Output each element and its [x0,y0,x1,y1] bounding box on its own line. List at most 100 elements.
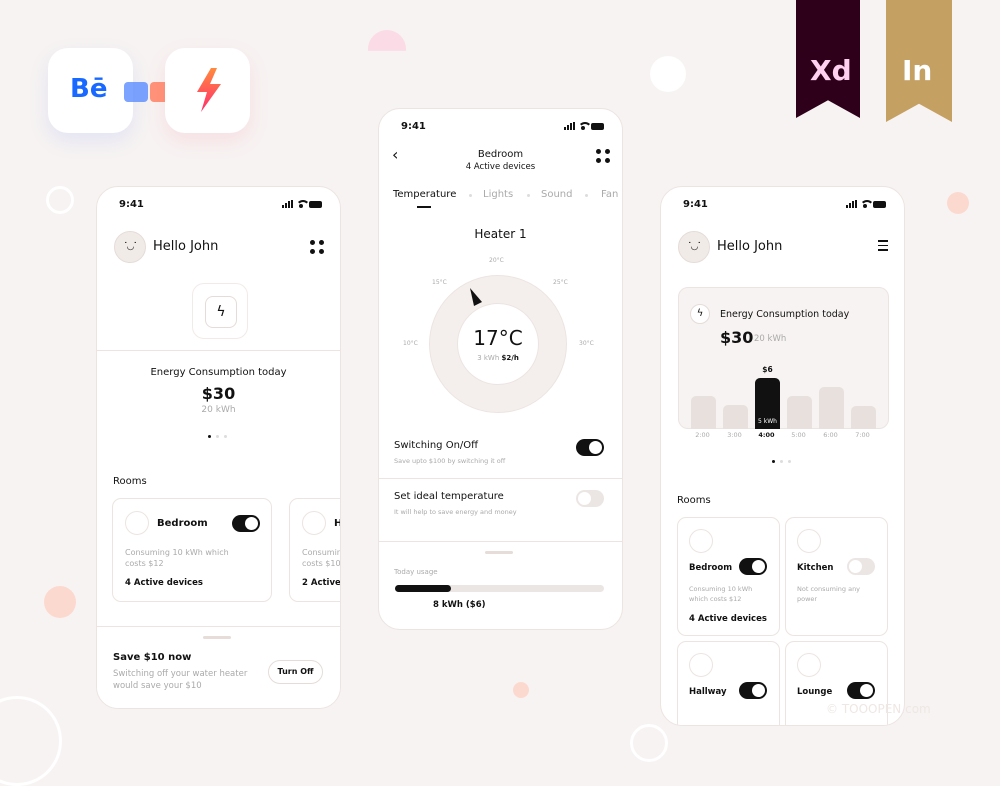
room-toggle[interactable] [739,682,767,699]
sheet-handle[interactable] [203,636,231,639]
room-devices: 4 Active devices [125,578,203,588]
battery-icon [591,122,604,130]
status-bar: 9:41 [661,199,904,213]
chart-bar[interactable] [819,387,844,429]
phone-home-left: 9:41 ˙◡˙ Hello John ϟ Energy Consumption… [96,186,341,709]
deco-ring-bottom [630,724,668,762]
energy-kwh: 20 kWh [201,405,236,415]
ideal-toggle[interactable] [576,490,604,507]
avatar[interactable]: ˙◡˙ [678,231,710,263]
signal-icon [846,200,857,208]
dial-label-25: 25°C [553,279,568,286]
room-name: Bedroom [157,518,208,529]
chart-bar-highlight[interactable]: 5 kWh [755,378,780,429]
tab-lights[interactable]: Lights [483,189,513,200]
room-toggle[interactable] [847,558,875,575]
tab-active-indicator [417,206,431,208]
room-desc: Consuming 10 kWh which costs $10 [302,548,341,568]
bolt-app-tile [165,48,250,133]
menu-grid-icon[interactable] [310,240,324,254]
room-subtitle: 4 Active devices [465,162,536,172]
pager-dots[interactable] [772,460,791,463]
tab-sound[interactable]: Sound [541,189,573,200]
battery-icon [873,200,886,208]
behance-logo-tile: Bē [48,48,133,133]
room-devices: 4 Active devices [689,614,767,624]
deco-white-circle [650,56,686,92]
room-name: Hallway [334,518,340,529]
temperature-value: 17°C [473,326,523,350]
hourly-bar-chart: $6 5 kWh [679,354,890,429]
chart-bar-price-label: $6 [762,365,773,374]
room-card-hallway[interactable]: Hallway [677,641,780,725]
room-card-kitchen[interactable]: Kitchen Not consuming any power [785,517,888,636]
hamburger-menu-icon[interactable] [878,240,888,251]
rooms-label: Rooms [113,476,147,487]
tab-fan[interactable]: Fan [601,189,618,200]
watermark: © TOOOPEN.com [826,702,931,716]
room-name: Hallway [689,687,727,697]
behance-logo-text: Bē [70,74,108,104]
greeting: Hello John [153,239,219,254]
energy-icon-tile[interactable]: ϟ [192,283,248,339]
xd-label: Xd [810,54,852,87]
energy-cost: $30 [201,384,236,403]
room-toggle[interactable] [739,558,767,575]
energy-title: Energy Consumption today [720,309,850,320]
rooms-label: Rooms [677,495,711,506]
dial-label-10: 10°C [403,340,418,347]
divider [97,350,340,351]
tab-separator [585,194,588,197]
chart-bar[interactable] [691,396,716,429]
sheet-handle[interactable] [485,551,513,554]
usage-value: 8 kWh ($6) [433,600,486,610]
room-card-hallway[interactable]: Hallway Consuming 10 kWh which costs $10… [289,498,341,602]
room-title: Bedroom [477,149,524,160]
switch-toggle[interactable] [576,439,604,456]
tab-temperature[interactable]: Temperature [393,189,456,200]
deco-pink-half-circle [368,30,406,51]
turn-off-button[interactable]: Turn Off [268,660,323,684]
wifi-icon [296,200,310,208]
status-time: 9:41 [683,199,708,210]
chart-x-label: 6:00 [823,431,838,439]
usage-fill [395,585,452,592]
room-desc: Consuming 10 kWh which costs $12 [125,548,229,568]
room-name: Lounge [797,687,833,697]
avatar[interactable]: ˙◡˙ [114,231,146,263]
chart-bar[interactable] [787,396,812,429]
chart-bar[interactable] [851,406,876,429]
chart-bar-kwh-label: 5 kWh [758,418,777,425]
room-card-bedroom[interactable]: Bedroom Consuming 10 kWh which costs $12… [112,498,272,602]
xd-ribbon: Xd [796,0,860,118]
room-toggle[interactable] [847,682,875,699]
menu-grid-icon[interactable] [596,149,610,163]
status-time: 9:41 [119,199,144,210]
divider [379,478,622,479]
energy-title: Energy Consumption today [150,367,287,378]
ideal-title: Set ideal temperature [394,491,504,502]
wifi-icon [860,200,874,208]
bolt-app-icon [197,68,221,112]
deco-ring-large [0,696,62,786]
room-card-bedroom[interactable]: Bedroom Consuming 10 kWh which costs $12… [677,517,780,636]
chart-bar[interactable] [723,405,748,429]
room-icon [689,653,713,677]
phone-home-right: 9:41 ˙◡˙ Hello John ϟ Energy Consumption… [660,186,905,726]
deco-peach-circle-left [44,586,76,618]
dial-pointer-icon[interactable] [468,288,484,308]
switch-desc: Save upto $100 by switching it off [394,457,506,465]
dial-readout: 3 kWh $2/h [477,354,519,362]
tab-separator [469,194,472,197]
bolt-icon: ϟ [690,304,710,324]
pager-dots[interactable] [208,435,227,438]
dial-label-30: 30°C [579,340,594,347]
status-bar: 9:41 [379,121,622,135]
energy-card[interactable]: ϟ Energy Consumption today $30 20 kWh $6… [678,287,889,429]
greeting: Hello John [717,239,783,254]
dial-label-15: 15°C [432,279,447,286]
room-toggle[interactable] [232,515,260,532]
temperature-dial[interactable]: 17°C 3 kWh $2/h [429,275,567,413]
dial-inner: 17°C 3 kWh $2/h [457,303,539,385]
room-icon [302,511,326,535]
